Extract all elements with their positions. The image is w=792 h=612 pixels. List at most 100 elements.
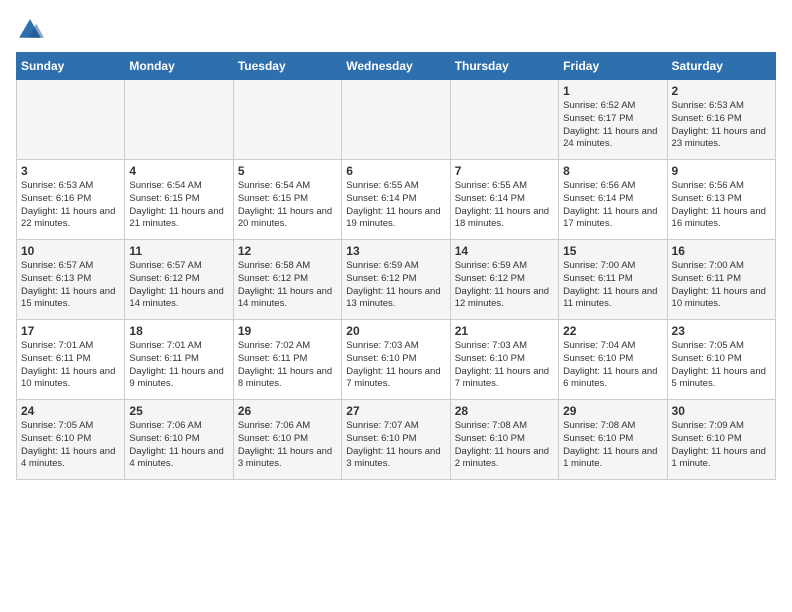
day-info: Sunrise: 7:08 AMSunset: 6:10 PMDaylight:… — [455, 420, 554, 471]
calendar-week-row: 17 Sunrise: 7:01 AMSunset: 6:11 PMDaylig… — [17, 320, 776, 400]
calendar-cell: 8 Sunrise: 6:56 AMSunset: 6:14 PMDayligh… — [559, 160, 667, 240]
day-number: 12 — [238, 244, 337, 258]
calendar-cell: 23 Sunrise: 7:05 AMSunset: 6:10 PMDaylig… — [667, 320, 775, 400]
calendar-cell: 24 Sunrise: 7:05 AMSunset: 6:10 PMDaylig… — [17, 400, 125, 480]
day-number: 17 — [21, 324, 120, 338]
day-info: Sunrise: 7:02 AMSunset: 6:11 PMDaylight:… — [238, 340, 337, 391]
day-info: Sunrise: 7:06 AMSunset: 6:10 PMDaylight:… — [129, 420, 228, 471]
day-info: Sunrise: 6:55 AMSunset: 6:14 PMDaylight:… — [455, 180, 554, 231]
day-info: Sunrise: 6:56 AMSunset: 6:13 PMDaylight:… — [672, 180, 771, 231]
day-number: 23 — [672, 324, 771, 338]
day-number: 8 — [563, 164, 662, 178]
day-info: Sunrise: 6:57 AMSunset: 6:12 PMDaylight:… — [129, 260, 228, 311]
calendar-cell: 13 Sunrise: 6:59 AMSunset: 6:12 PMDaylig… — [342, 240, 450, 320]
day-number: 11 — [129, 244, 228, 258]
day-info: Sunrise: 7:05 AMSunset: 6:10 PMDaylight:… — [672, 340, 771, 391]
calendar-cell: 4 Sunrise: 6:54 AMSunset: 6:15 PMDayligh… — [125, 160, 233, 240]
day-info: Sunrise: 6:53 AMSunset: 6:16 PMDaylight:… — [21, 180, 120, 231]
calendar-week-row: 24 Sunrise: 7:05 AMSunset: 6:10 PMDaylig… — [17, 400, 776, 480]
calendar-cell: 25 Sunrise: 7:06 AMSunset: 6:10 PMDaylig… — [125, 400, 233, 480]
day-info: Sunrise: 7:01 AMSunset: 6:11 PMDaylight:… — [129, 340, 228, 391]
day-number: 21 — [455, 324, 554, 338]
day-info: Sunrise: 6:59 AMSunset: 6:12 PMDaylight:… — [455, 260, 554, 311]
calendar-cell — [17, 80, 125, 160]
day-number: 16 — [672, 244, 771, 258]
day-info: Sunrise: 6:54 AMSunset: 6:15 PMDaylight:… — [129, 180, 228, 231]
weekday-header-wednesday: Wednesday — [342, 53, 450, 80]
day-number: 26 — [238, 404, 337, 418]
calendar-cell: 1 Sunrise: 6:52 AMSunset: 6:17 PMDayligh… — [559, 80, 667, 160]
day-info: Sunrise: 7:03 AMSunset: 6:10 PMDaylight:… — [455, 340, 554, 391]
calendar-cell: 14 Sunrise: 6:59 AMSunset: 6:12 PMDaylig… — [450, 240, 558, 320]
day-number: 3 — [21, 164, 120, 178]
day-info: Sunrise: 6:52 AMSunset: 6:17 PMDaylight:… — [563, 100, 662, 151]
calendar-cell — [342, 80, 450, 160]
day-info: Sunrise: 6:54 AMSunset: 6:15 PMDaylight:… — [238, 180, 337, 231]
day-number: 9 — [672, 164, 771, 178]
calendar-cell: 29 Sunrise: 7:08 AMSunset: 6:10 PMDaylig… — [559, 400, 667, 480]
calendar-cell — [125, 80, 233, 160]
day-info: Sunrise: 7:08 AMSunset: 6:10 PMDaylight:… — [563, 420, 662, 471]
calendar-cell: 26 Sunrise: 7:06 AMSunset: 6:10 PMDaylig… — [233, 400, 341, 480]
calendar-cell: 7 Sunrise: 6:55 AMSunset: 6:14 PMDayligh… — [450, 160, 558, 240]
day-info: Sunrise: 6:56 AMSunset: 6:14 PMDaylight:… — [563, 180, 662, 231]
calendar-cell: 21 Sunrise: 7:03 AMSunset: 6:10 PMDaylig… — [450, 320, 558, 400]
calendar-cell: 6 Sunrise: 6:55 AMSunset: 6:14 PMDayligh… — [342, 160, 450, 240]
day-info: Sunrise: 6:55 AMSunset: 6:14 PMDaylight:… — [346, 180, 445, 231]
weekday-header-thursday: Thursday — [450, 53, 558, 80]
calendar-cell: 17 Sunrise: 7:01 AMSunset: 6:11 PMDaylig… — [17, 320, 125, 400]
weekday-header-monday: Monday — [125, 53, 233, 80]
logo — [16, 16, 48, 44]
day-info: Sunrise: 7:00 AMSunset: 6:11 PMDaylight:… — [672, 260, 771, 311]
day-number: 18 — [129, 324, 228, 338]
day-number: 30 — [672, 404, 771, 418]
weekday-header-sunday: Sunday — [17, 53, 125, 80]
calendar-cell: 16 Sunrise: 7:00 AMSunset: 6:11 PMDaylig… — [667, 240, 775, 320]
day-number: 25 — [129, 404, 228, 418]
day-number: 2 — [672, 84, 771, 98]
calendar-cell: 20 Sunrise: 7:03 AMSunset: 6:10 PMDaylig… — [342, 320, 450, 400]
day-info: Sunrise: 6:57 AMSunset: 6:13 PMDaylight:… — [21, 260, 120, 311]
calendar-cell: 5 Sunrise: 6:54 AMSunset: 6:15 PMDayligh… — [233, 160, 341, 240]
day-info: Sunrise: 7:03 AMSunset: 6:10 PMDaylight:… — [346, 340, 445, 391]
calendar-cell: 27 Sunrise: 7:07 AMSunset: 6:10 PMDaylig… — [342, 400, 450, 480]
calendar-cell: 11 Sunrise: 6:57 AMSunset: 6:12 PMDaylig… — [125, 240, 233, 320]
day-number: 19 — [238, 324, 337, 338]
calendar-week-row: 10 Sunrise: 6:57 AMSunset: 6:13 PMDaylig… — [17, 240, 776, 320]
day-number: 27 — [346, 404, 445, 418]
day-number: 7 — [455, 164, 554, 178]
calendar-cell: 3 Sunrise: 6:53 AMSunset: 6:16 PMDayligh… — [17, 160, 125, 240]
calendar-week-row: 3 Sunrise: 6:53 AMSunset: 6:16 PMDayligh… — [17, 160, 776, 240]
weekday-header-tuesday: Tuesday — [233, 53, 341, 80]
day-number: 28 — [455, 404, 554, 418]
day-number: 13 — [346, 244, 445, 258]
calendar-table: SundayMondayTuesdayWednesdayThursdayFrid… — [16, 52, 776, 480]
calendar-cell: 19 Sunrise: 7:02 AMSunset: 6:11 PMDaylig… — [233, 320, 341, 400]
calendar-cell: 10 Sunrise: 6:57 AMSunset: 6:13 PMDaylig… — [17, 240, 125, 320]
calendar-cell: 2 Sunrise: 6:53 AMSunset: 6:16 PMDayligh… — [667, 80, 775, 160]
day-number: 22 — [563, 324, 662, 338]
day-number: 6 — [346, 164, 445, 178]
weekday-header-saturday: Saturday — [667, 53, 775, 80]
day-number: 24 — [21, 404, 120, 418]
day-info: Sunrise: 7:07 AMSunset: 6:10 PMDaylight:… — [346, 420, 445, 471]
calendar-cell: 22 Sunrise: 7:04 AMSunset: 6:10 PMDaylig… — [559, 320, 667, 400]
day-number: 20 — [346, 324, 445, 338]
day-info: Sunrise: 7:09 AMSunset: 6:10 PMDaylight:… — [672, 420, 771, 471]
day-info: Sunrise: 7:00 AMSunset: 6:11 PMDaylight:… — [563, 260, 662, 311]
day-number: 15 — [563, 244, 662, 258]
day-info: Sunrise: 7:06 AMSunset: 6:10 PMDaylight:… — [238, 420, 337, 471]
calendar-cell: 28 Sunrise: 7:08 AMSunset: 6:10 PMDaylig… — [450, 400, 558, 480]
day-info: Sunrise: 6:58 AMSunset: 6:12 PMDaylight:… — [238, 260, 337, 311]
day-info: Sunrise: 6:53 AMSunset: 6:16 PMDaylight:… — [672, 100, 771, 151]
calendar-header-row: SundayMondayTuesdayWednesdayThursdayFrid… — [17, 53, 776, 80]
day-number: 1 — [563, 84, 662, 98]
day-number: 29 — [563, 404, 662, 418]
logo-icon — [16, 16, 44, 44]
day-info: Sunrise: 7:05 AMSunset: 6:10 PMDaylight:… — [21, 420, 120, 471]
day-number: 10 — [21, 244, 120, 258]
calendar-cell: 18 Sunrise: 7:01 AMSunset: 6:11 PMDaylig… — [125, 320, 233, 400]
day-info: Sunrise: 7:04 AMSunset: 6:10 PMDaylight:… — [563, 340, 662, 391]
day-info: Sunrise: 6:59 AMSunset: 6:12 PMDaylight:… — [346, 260, 445, 311]
day-info: Sunrise: 7:01 AMSunset: 6:11 PMDaylight:… — [21, 340, 120, 391]
